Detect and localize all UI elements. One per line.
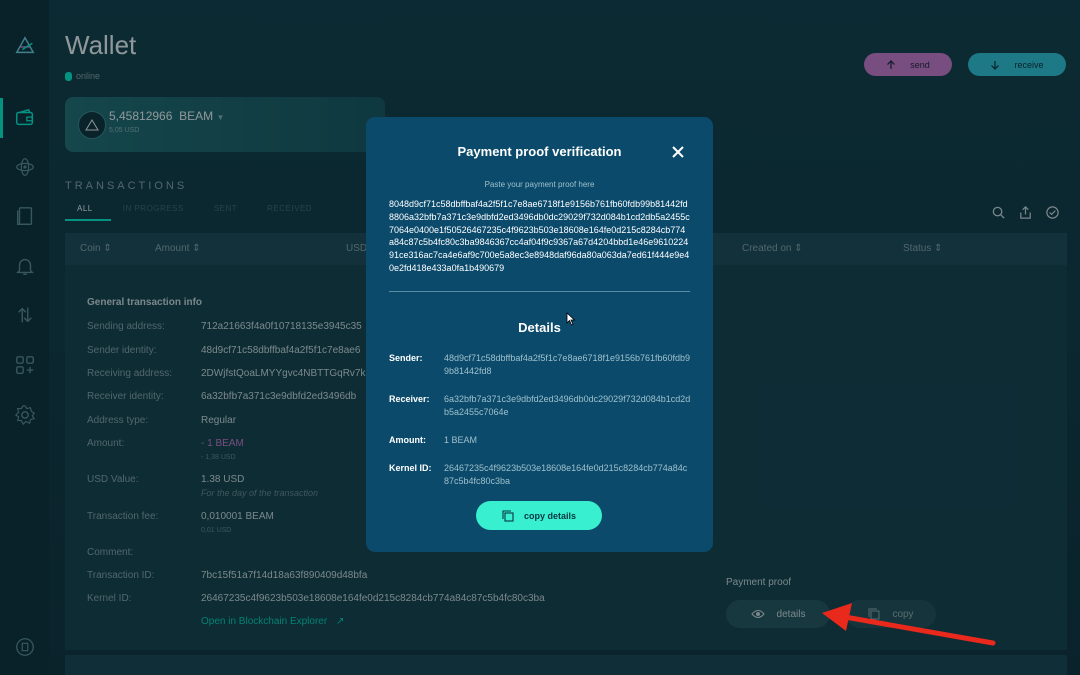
receiver-value: 6a32bfb7a371c3e9dbfd2ed3496db0dc29029f73… bbox=[444, 394, 691, 417]
kernel-id-label: Kernel ID: bbox=[389, 463, 432, 473]
payment-proof-input[interactable]: 8048d9cf71c58dbffbaf4a2f5f1c7e8ae6718f1e… bbox=[389, 198, 690, 292]
wallet-app: Wallet online send receive 5,45812966 BE… bbox=[0, 0, 1080, 675]
receiver-label: Receiver: bbox=[389, 394, 430, 404]
mouse-cursor-icon bbox=[566, 312, 576, 326]
payment-proof-dialog: Payment proof verification Paste your pa… bbox=[366, 117, 713, 552]
dialog-title: Payment proof verification bbox=[457, 144, 622, 159]
sender-label: Sender: bbox=[389, 353, 423, 363]
amount-value: 1 BEAM bbox=[444, 435, 478, 445]
proof-input-hint: Paste your payment proof here bbox=[484, 180, 595, 189]
copy-details-button[interactable]: copy details bbox=[476, 501, 602, 530]
sender-value: 48d9cf71c58dbffbaf4a2f5f1c7e8ae6718f1e91… bbox=[444, 353, 691, 376]
close-icon[interactable] bbox=[671, 145, 685, 159]
amount-label: Amount: bbox=[389, 435, 426, 445]
details-heading: Details bbox=[518, 320, 561, 335]
copy-icon bbox=[502, 509, 514, 522]
kernel-id-value: 26467235c4f9623b503e18608e164fe0d215c828… bbox=[444, 463, 688, 486]
copy-details-label: copy details bbox=[523, 510, 577, 521]
